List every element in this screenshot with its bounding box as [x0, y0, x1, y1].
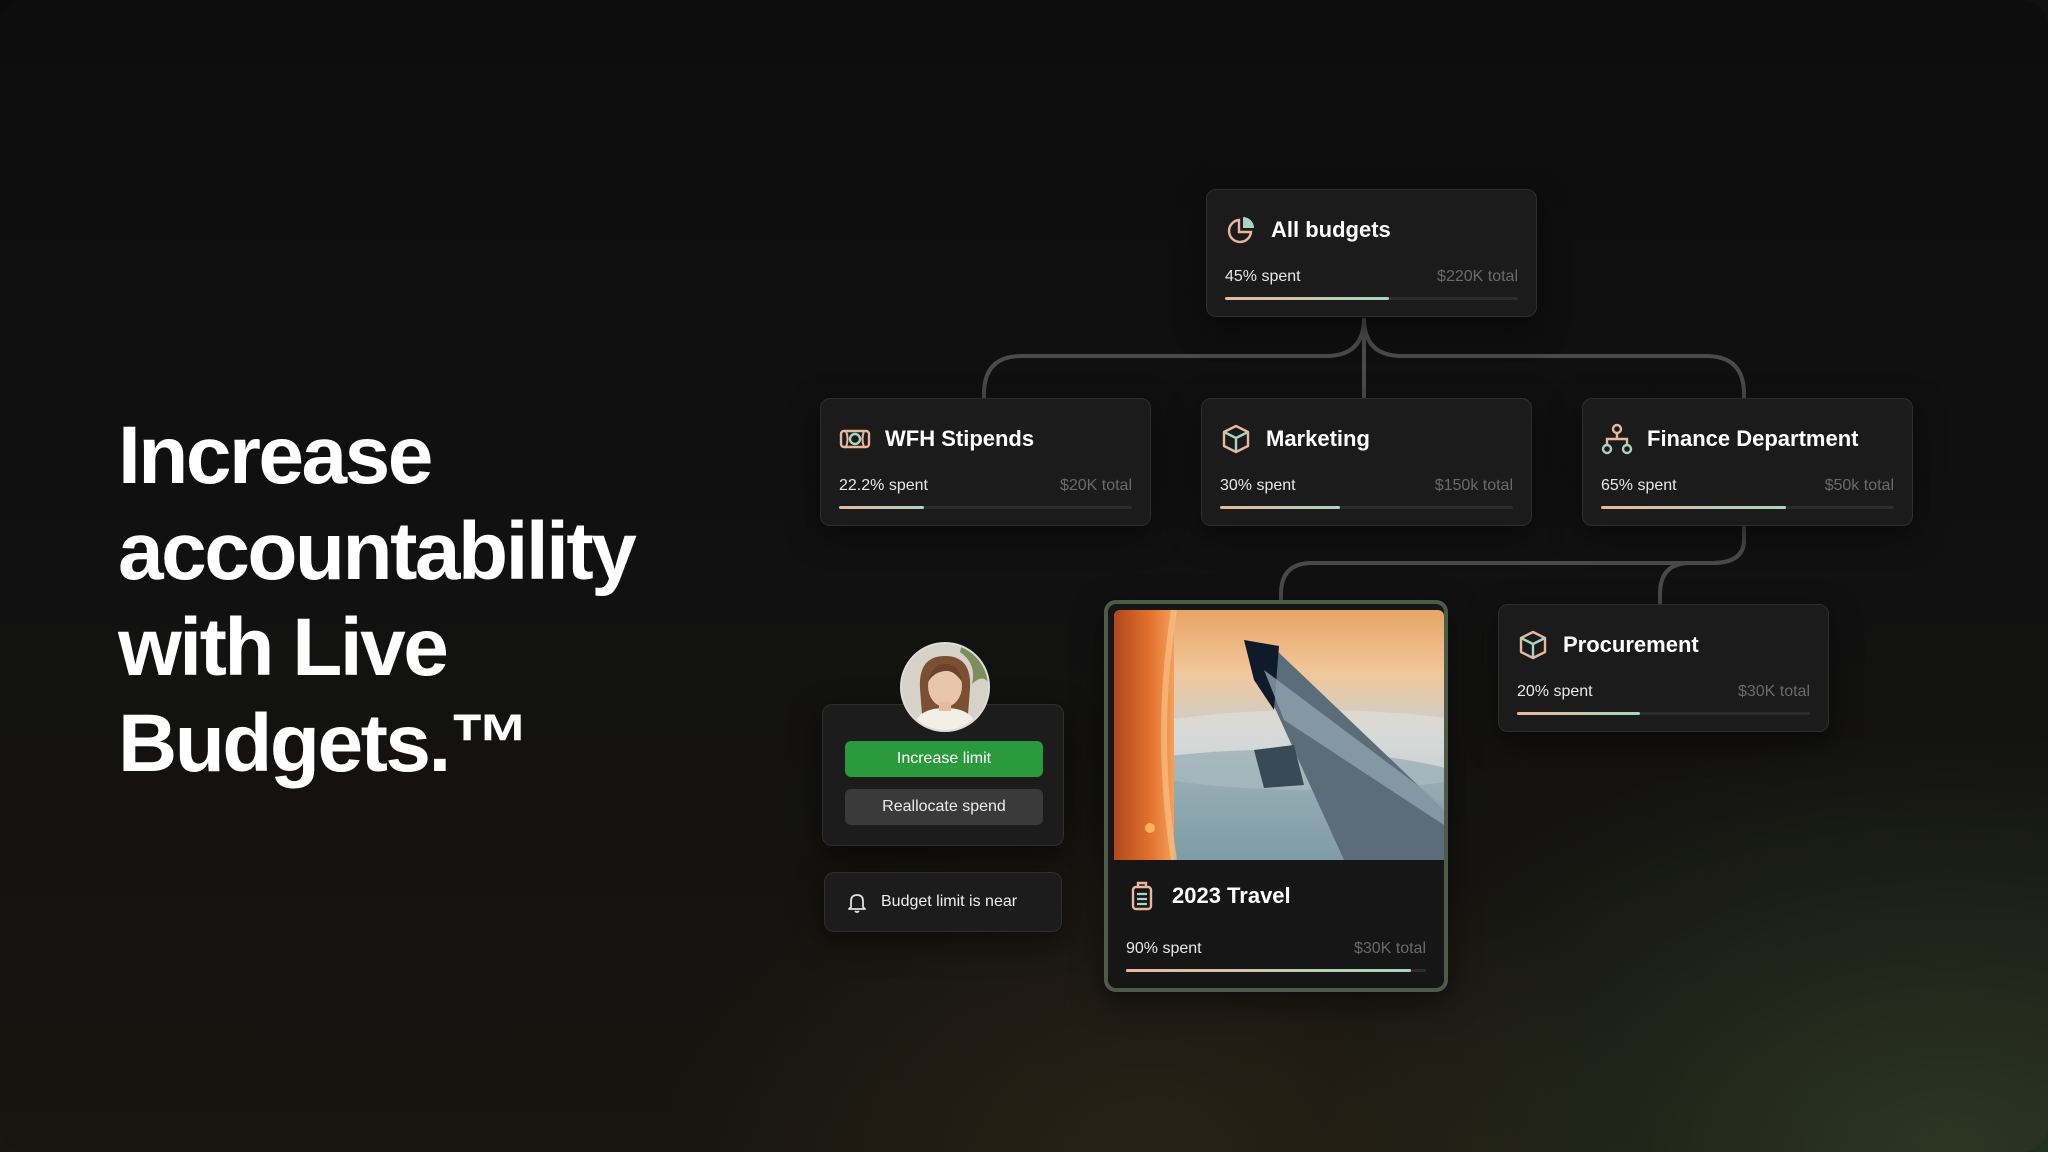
- total-label: $150k total: [1434, 477, 1513, 494]
- total-label: $220K total: [1437, 268, 1518, 285]
- bell-icon: [848, 894, 866, 913]
- card-title: All budgets: [1271, 217, 1391, 242]
- spent-label: 22.2% spent: [839, 477, 928, 494]
- budget-card-marketing[interactable]: Marketing 30% spent $150k total: [1201, 398, 1532, 526]
- progress-track: [1517, 712, 1810, 715]
- progress-track: [1225, 297, 1518, 300]
- airplane-wing-image: [1114, 610, 1444, 860]
- box-icon: [1222, 424, 1250, 454]
- card-title: Finance Department: [1647, 426, 1859, 451]
- progress-fill: [1126, 969, 1411, 972]
- spent-label: 45% spent: [1225, 268, 1301, 285]
- total-label: $50k total: [1824, 477, 1894, 494]
- luggage-icon: [1131, 881, 1153, 911]
- progress-track: [1220, 506, 1513, 509]
- spent-label: 90% spent: [1126, 940, 1202, 957]
- card-header: Procurement: [1517, 625, 1699, 665]
- total-label: $30K total: [1737, 683, 1810, 700]
- budget-card-finance[interactable]: Finance Department 65% spent $50k total: [1582, 398, 1913, 526]
- increase-limit-button[interactable]: Increase limit: [845, 741, 1043, 777]
- budget-card-all[interactable]: All budgets 45% spent $220K total: [1206, 189, 1537, 317]
- headline-line: with Live: [118, 602, 449, 693]
- progress-track: [1126, 969, 1426, 972]
- spent-label: 65% spent: [1601, 477, 1677, 494]
- card-title: 2023 Travel: [1172, 883, 1291, 908]
- total-label: $30K total: [1353, 940, 1426, 957]
- spent-label: 20% spent: [1517, 683, 1593, 700]
- progress-fill: [1225, 297, 1390, 300]
- progress-fill: [1517, 712, 1641, 715]
- headline: Increase accountability with Live Budget…: [118, 408, 718, 792]
- card-title: Marketing: [1266, 426, 1370, 451]
- org-chart-icon: [1601, 423, 1633, 455]
- budget-alert[interactable]: Budget limit is near: [824, 872, 1062, 932]
- budget-card-wfh[interactable]: WFH Stipends 22.2% spent $20K total: [820, 398, 1151, 526]
- card-header: Marketing: [1220, 419, 1370, 459]
- progress-fill: [1220, 506, 1341, 509]
- hero-slide: Increase accountability with Live Budget…: [0, 0, 2048, 1152]
- budget-card-procurement[interactable]: Procurement 20% spent $30K total: [1498, 604, 1829, 732]
- headline-line: Increase: [118, 410, 433, 501]
- progress-track: [839, 506, 1132, 509]
- progress-fill: [839, 506, 924, 509]
- user-photo: [902, 644, 988, 730]
- card-header: 2023 Travel: [1126, 876, 1291, 916]
- card-header: WFH Stipends: [839, 419, 1034, 459]
- progress-fill: [1601, 506, 1786, 509]
- box-icon: [1519, 630, 1547, 660]
- card-header: All budgets: [1225, 210, 1391, 250]
- airplane-window-photo: [1114, 610, 1444, 860]
- money-bill-icon: [839, 429, 871, 449]
- reallocate-spend-button[interactable]: Reallocate spend: [845, 789, 1043, 825]
- card-title: WFH Stipends: [885, 426, 1035, 451]
- spent-label: 30% spent: [1220, 477, 1296, 494]
- headline-line: Budgets.™: [118, 698, 531, 789]
- card-header: Finance Department: [1601, 419, 1859, 459]
- budget-card-travel[interactable]: 2023 Travel 90% spent $30K total: [1104, 600, 1448, 992]
- progress-track: [1601, 506, 1894, 509]
- avatar: [900, 642, 990, 732]
- pie-chart-icon: [1227, 217, 1254, 244]
- alert-text: Budget limit is near: [881, 893, 1018, 910]
- total-label: $20K total: [1059, 477, 1132, 494]
- headline-line: accountability: [118, 506, 637, 597]
- card-title: Procurement: [1563, 632, 1699, 657]
